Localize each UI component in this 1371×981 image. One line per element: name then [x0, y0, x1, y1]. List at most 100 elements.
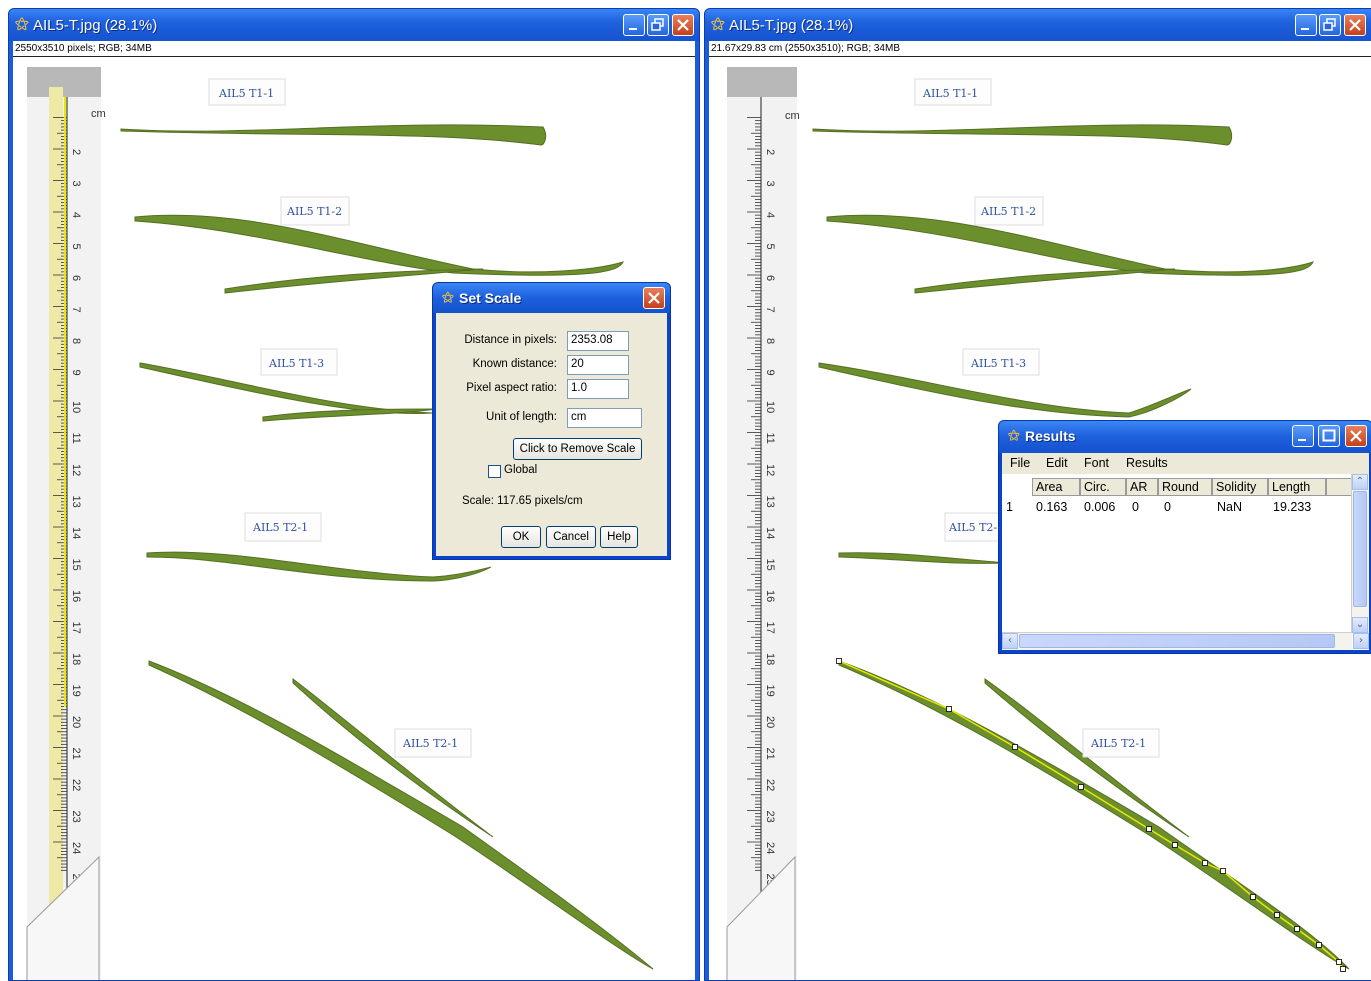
- ruler-number: 17: [764, 622, 776, 634]
- right-window-titlebar[interactable]: ⚝ AIL5-T.jpg (28.1%): [705, 9, 1371, 41]
- ruler-number: 10: [70, 401, 82, 413]
- ruler-number: 13: [764, 496, 776, 508]
- scroll-down-icon[interactable]: ⌄: [1352, 617, 1368, 633]
- selection-handle: [1316, 942, 1322, 948]
- menu-font[interactable]: Font: [1084, 456, 1109, 470]
- ruler-unit-label: cm: [91, 108, 106, 120]
- column-header[interactable]: Round: [1158, 478, 1212, 496]
- tag-label: AIL5 T2-1: [252, 521, 308, 534]
- table-cell: 19.233: [1273, 500, 1312, 514]
- ruler-number: 23: [70, 811, 82, 823]
- table-cell: 0: [1132, 500, 1139, 514]
- ruler-number: 18: [764, 653, 776, 665]
- ruler-number: 6: [70, 275, 82, 281]
- distance-field[interactable]: 2353.08: [567, 331, 629, 351]
- ruler-number: 15: [764, 559, 776, 571]
- table-cell: 0.163: [1036, 500, 1068, 514]
- results-titlebar[interactable]: ⚝ Results: [999, 421, 1371, 453]
- close-button[interactable]: [672, 14, 694, 36]
- set-scale-dialog[interactable]: ⚝ Set Scale Distance in pixels: 2353.08 …: [432, 282, 671, 560]
- column-header[interactable]: Area: [1032, 478, 1080, 496]
- set-scale-titlebar[interactable]: ⚝ Set Scale: [433, 283, 670, 313]
- tag-label: AIL5 T2-1: [1090, 737, 1146, 750]
- results-window[interactable]: ⚝ Results File Edit Font Results Area Ci…: [998, 420, 1371, 654]
- unit-field[interactable]: cm: [567, 408, 642, 428]
- ruler-number: 3: [70, 181, 82, 187]
- leaf: [262, 408, 438, 422]
- horizontal-scrollbar[interactable]: ‹ ›: [1002, 632, 1369, 650]
- table-cell: 0: [1164, 500, 1171, 514]
- vertical-scroll-thumb[interactable]: [1353, 491, 1367, 607]
- ruler-number: 19: [764, 685, 776, 697]
- ruler-number: 11: [764, 433, 776, 444]
- help-button[interactable]: Help: [600, 526, 638, 548]
- restore-button[interactable]: [647, 14, 669, 36]
- selection-handle: [1012, 744, 1018, 750]
- restore-icon: [651, 18, 664, 31]
- vertical-scrollbar[interactable]: ⌃ ⌄: [1351, 474, 1369, 633]
- ok-button[interactable]: OK: [501, 526, 541, 548]
- menu-results[interactable]: Results: [1126, 456, 1168, 470]
- ruler-number: 11: [70, 433, 82, 444]
- table-cell: NaN: [1217, 500, 1243, 514]
- ruler-number: 9: [70, 370, 82, 376]
- global-checkbox[interactable]: [488, 465, 501, 478]
- selection-handle: [1336, 959, 1342, 965]
- ruler: 2345678910111213141516171819202122232425…: [726, 67, 800, 980]
- results-minimize-button[interactable]: [1292, 425, 1314, 447]
- column-header-filler: [1326, 478, 1352, 496]
- left-window-titlebar[interactable]: ⚝ AIL5-T.jpg (28.1%): [9, 9, 699, 41]
- leaf: [134, 214, 624, 276]
- set-scale-close-button[interactable]: [643, 287, 665, 309]
- column-header[interactable]: AR: [1126, 478, 1158, 496]
- selection-handle: [1220, 868, 1226, 874]
- menu-edit[interactable]: Edit: [1046, 456, 1068, 470]
- ruler-number: 4: [70, 212, 82, 218]
- imagej-icon: ⚝: [15, 16, 29, 32]
- maximize-icon: [1322, 429, 1336, 442]
- leaf: [838, 552, 1010, 564]
- selection-handle: [1340, 966, 1346, 972]
- minimize-button[interactable]: [623, 14, 645, 36]
- cancel-button[interactable]: Cancel: [546, 526, 596, 548]
- known-distance-field[interactable]: 20: [567, 355, 629, 375]
- scroll-right-icon[interactable]: ›: [1353, 633, 1369, 649]
- remove-scale-button[interactable]: Click to Remove Scale: [513, 438, 642, 460]
- selection-handle: [1294, 926, 1300, 932]
- results-maximize-button[interactable]: [1318, 425, 1340, 447]
- scroll-up-icon[interactable]: ⌃: [1352, 474, 1368, 490]
- tag-label: AIL5 T1-1: [922, 87, 978, 100]
- table-cell: 0.006: [1084, 500, 1116, 514]
- ruler-number: 8: [70, 338, 82, 344]
- close-button[interactable]: [1344, 14, 1366, 36]
- column-header[interactable]: Circ.: [1080, 478, 1126, 496]
- leaf: [914, 268, 1176, 294]
- leaf: [838, 660, 1350, 970]
- results-table[interactable]: Area Circ. AR Round Solidity Length 1 0.…: [1002, 474, 1369, 650]
- selection-handles[interactable]: [836, 658, 1346, 972]
- tag-label: AIL5 T1-2: [980, 205, 1036, 218]
- leaf: [826, 214, 1314, 276]
- leaf: [984, 678, 1190, 838]
- ruler-number: 6: [764, 275, 776, 281]
- column-header[interactable]: Solidity: [1212, 478, 1268, 496]
- segmented-line-selection[interactable]: [838, 660, 1344, 970]
- results-close-button[interactable]: [1345, 425, 1367, 447]
- minimize-icon: [629, 28, 637, 30]
- ruler-number: 2: [70, 149, 82, 155]
- ruler-number: 14: [70, 527, 82, 539]
- menu-file[interactable]: File: [1010, 456, 1030, 470]
- tag-label: AIL5 T1-3: [970, 357, 1026, 370]
- ruler-number: 20: [764, 716, 776, 728]
- scroll-left-icon[interactable]: ‹: [1002, 633, 1018, 649]
- horizontal-scroll-thumb[interactable]: [1019, 634, 1335, 648]
- minimize-button[interactable]: [1295, 14, 1317, 36]
- restore-button[interactable]: [1319, 14, 1341, 36]
- right-image-info: 21.67x29.83 cm (2550x3510); RGB; 34MB: [709, 41, 1371, 56]
- column-header[interactable]: Length: [1268, 478, 1326, 496]
- imagej-icon: ⚝: [711, 16, 725, 32]
- ruler-number: 16: [764, 590, 776, 602]
- aspect-ratio-field[interactable]: 1.0: [567, 379, 629, 399]
- results-title: Results: [1025, 428, 1076, 444]
- ruler-number: 3: [764, 181, 776, 187]
